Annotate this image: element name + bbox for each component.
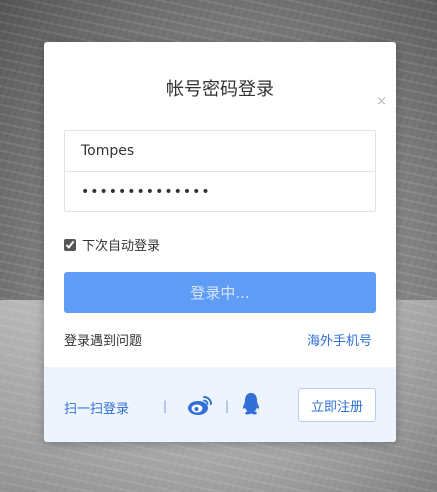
separator: | [163, 399, 168, 413]
username-input[interactable] [65, 131, 375, 172]
remember-checkbox[interactable] [64, 238, 76, 251]
login-dialog: 帐号密码登录 × 下次自动登录 登录中... 登录遇到问题 海外手机号 扫一扫登… [44, 42, 396, 442]
remember-label: 下次自动登录 [82, 239, 161, 254]
login-problem-link[interactable]: 登录遇到问题 [64, 330, 142, 349]
dialog-title: 帐号密码登录 [166, 79, 274, 100]
qq-icon[interactable] [242, 392, 260, 416]
credentials-group [64, 130, 376, 212]
overseas-phone-link[interactable]: 海外手机号 [307, 330, 372, 349]
weibo-icon[interactable] [187, 394, 213, 416]
clear-icon[interactable]: × [376, 95, 387, 108]
password-input[interactable] [65, 172, 375, 212]
footer-bar: 扫一扫登录 | | 立即注册 [44, 367, 396, 442]
separator: | [225, 399, 230, 413]
register-button[interactable]: 立即注册 [298, 388, 376, 422]
scan-login-link[interactable]: 扫一扫登录 [64, 398, 129, 417]
login-button[interactable]: 登录中... [64, 272, 376, 313]
remember-me[interactable]: 下次自动登录 [64, 235, 160, 254]
